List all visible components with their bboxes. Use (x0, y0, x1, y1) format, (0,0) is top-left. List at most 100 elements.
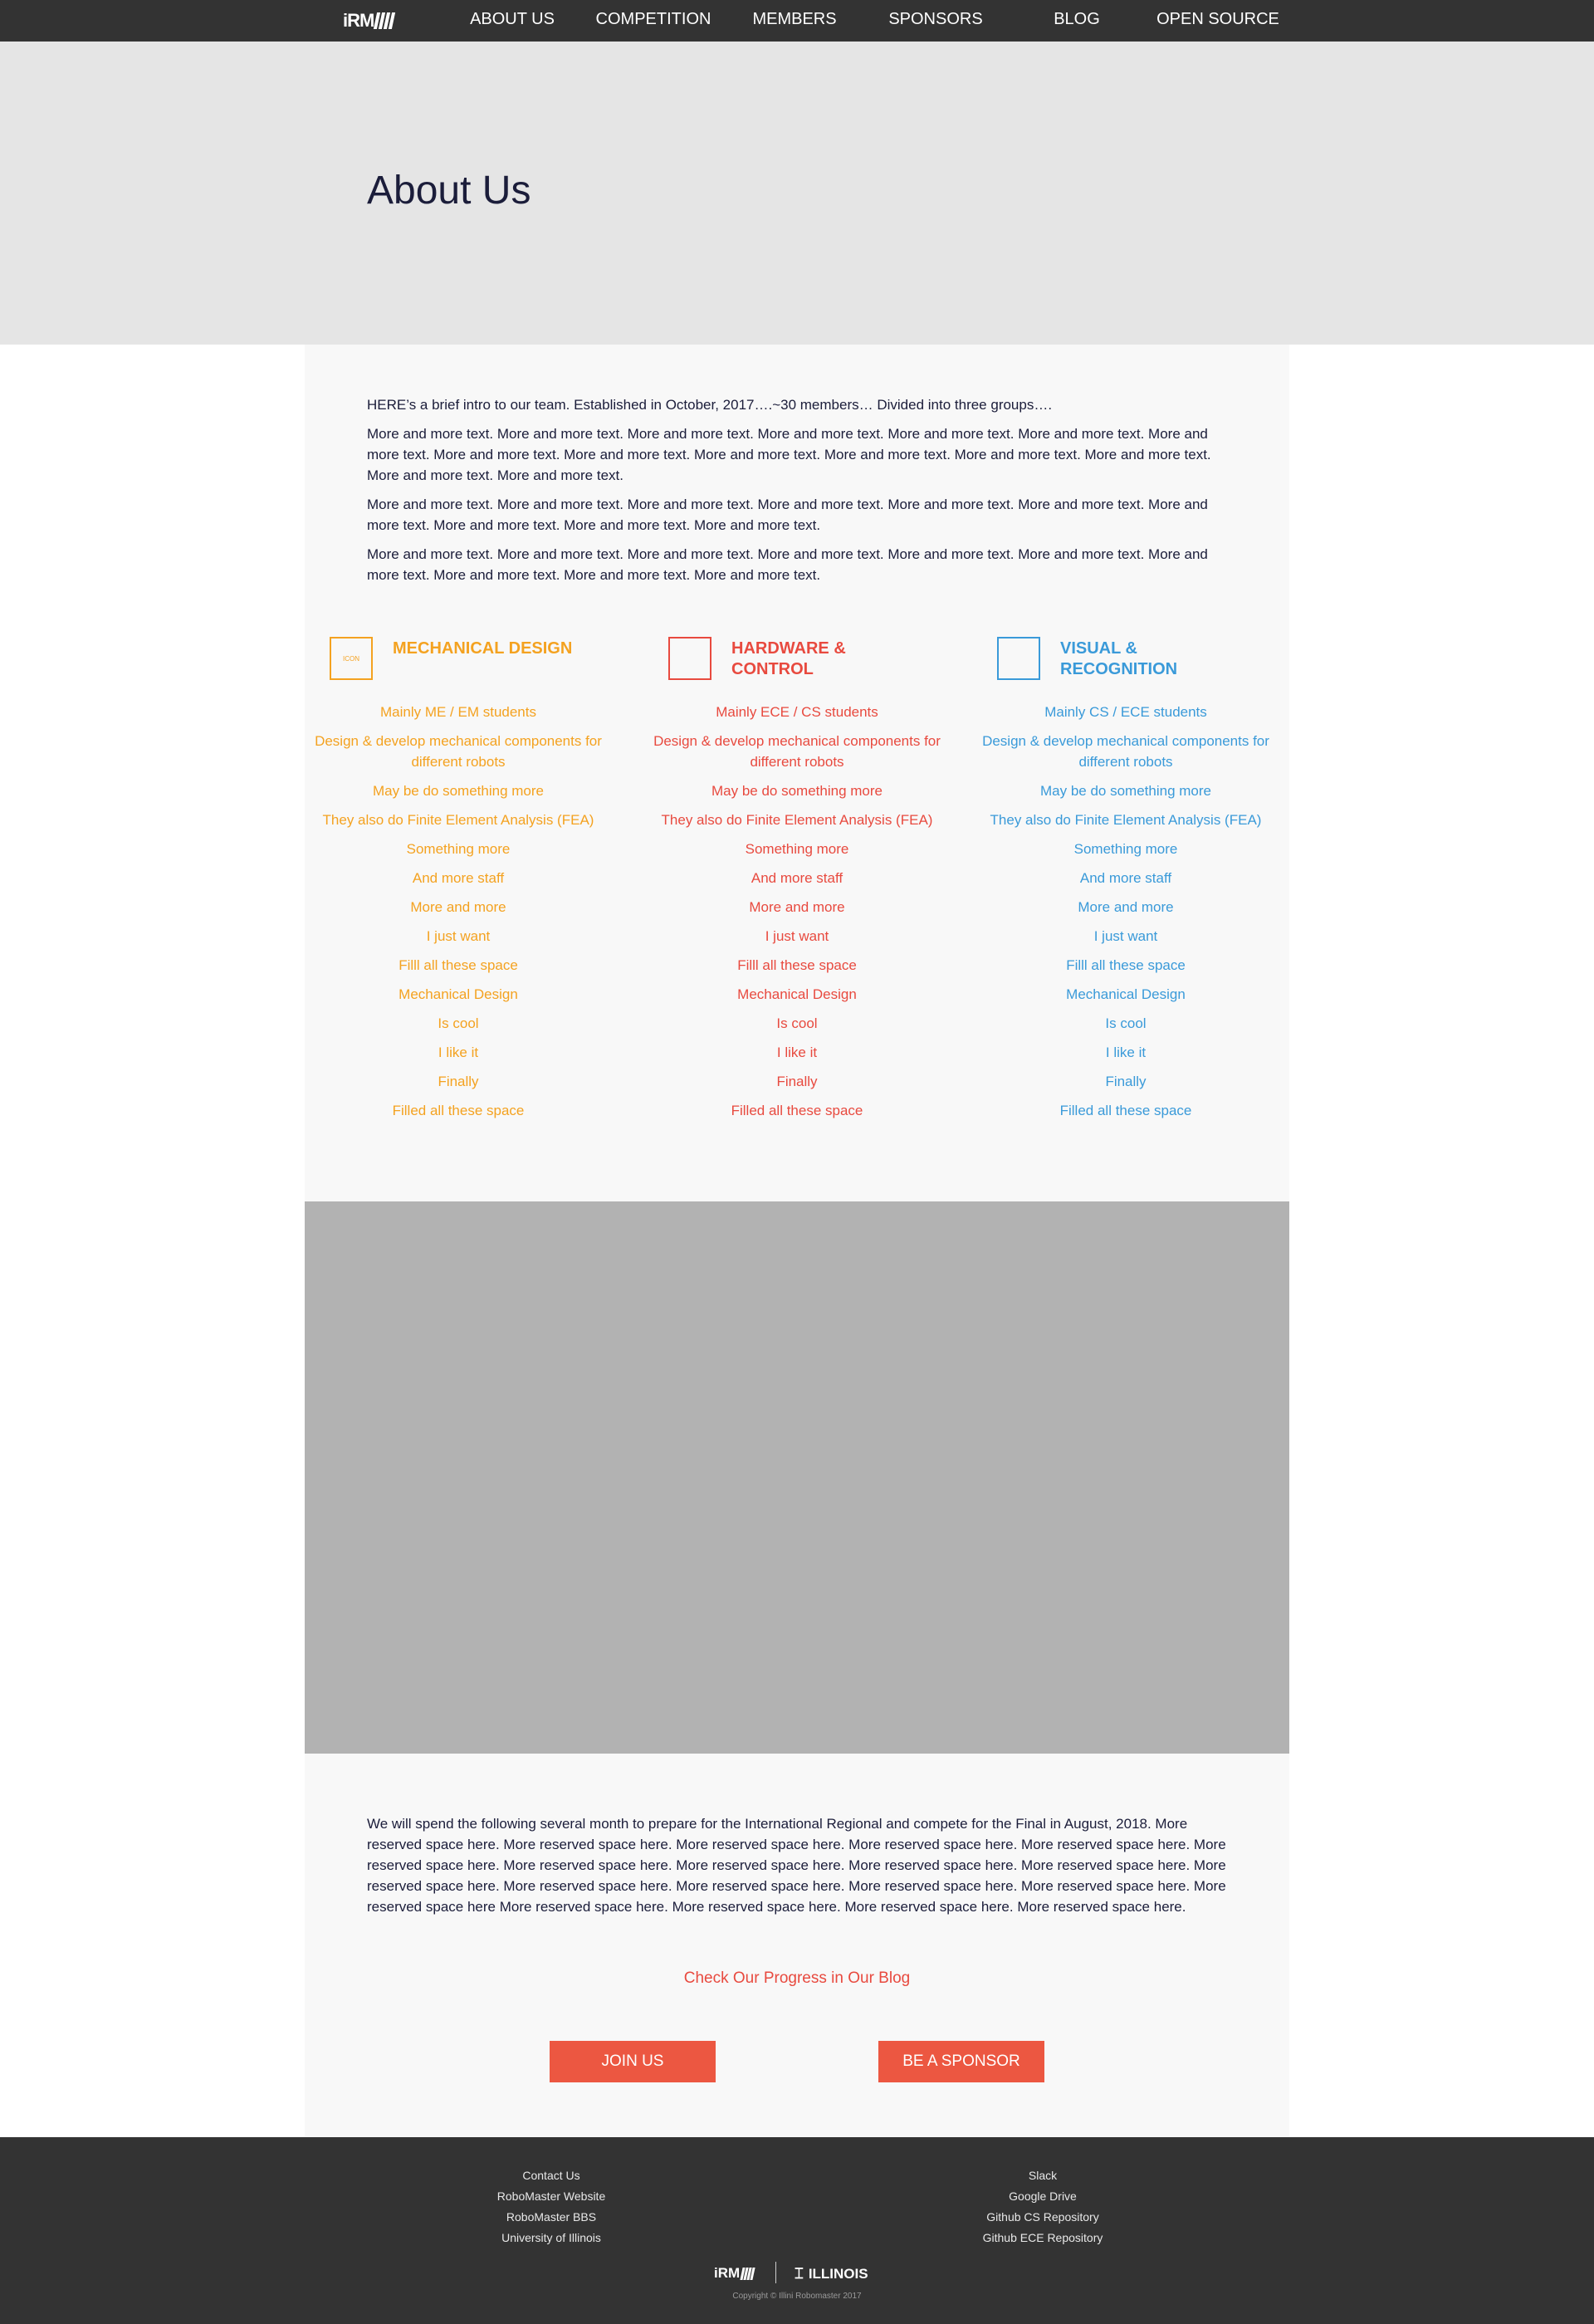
plan-text: We will spend the following several mont… (367, 1816, 1226, 1915)
list-item: May be do something more (711, 783, 883, 799)
group-visual-recognition: VISUAL & RECOGNITION Mainly CS / ECE stu… (972, 635, 1279, 1129)
logo-text: iRM (343, 10, 374, 31)
footer-logo-text: iRM (714, 2265, 741, 2281)
list-item: Something more (745, 841, 849, 857)
group-title: MECHANICAL DESIGN (393, 639, 573, 658)
group-hardware-control: HARDWARE & CONTROL Mainly ECE / CS stude… (643, 635, 951, 1129)
blog-progress-link[interactable]: Check Our Progress in Our Blog (305, 1969, 1289, 1988)
intro-paragraph: More and more text. More and more text. … (367, 426, 1211, 483)
irm-logo[interactable]: iRM (343, 10, 396, 32)
list-item: Is cool (776, 1015, 818, 1031)
footer-link-github-cs[interactable]: Github CS Repository (918, 2207, 1167, 2228)
group-header: VISUAL & RECOGNITION (972, 635, 1279, 685)
hero-banner: About Us (0, 42, 1594, 345)
visual-icon (997, 637, 1040, 680)
list-item: Something more (1073, 841, 1178, 857)
footer-irm-logo[interactable]: iRM (714, 2265, 755, 2282)
footer-logos: iRM ⌶ ILLINOIS (0, 2262, 1594, 2287)
list-item: Finally (1105, 1074, 1147, 1089)
be-a-sponsor-button[interactable]: BE A SPONSOR (878, 2041, 1044, 2082)
list-item: Filll all these space (1066, 957, 1186, 973)
nav-sponsors[interactable]: SPONSORS (888, 0, 982, 42)
list-item: Mainly CS / ECE students (1044, 704, 1207, 720)
mechanical-icon: ICON (330, 637, 373, 680)
list-item: May be do something more (1040, 783, 1211, 799)
group-header: ICON MECHANICAL DESIGN (305, 635, 612, 685)
footer-links-right: Slack Google Drive Github CS Repository … (918, 2165, 1167, 2248)
hardware-icon (668, 637, 711, 680)
group-mechanical-design: ICON MECHANICAL DESIGN Mainly ME / EM st… (305, 635, 612, 1129)
list-item: I just want (426, 928, 491, 944)
list-item: I like it (1105, 1045, 1147, 1060)
list-item: Finally (438, 1074, 479, 1089)
group-header: HARDWARE & CONTROL (643, 635, 951, 685)
footer-link-university[interactable]: University of Illinois (427, 2228, 676, 2248)
nav-blog[interactable]: BLOG (1054, 0, 1100, 42)
nav-members[interactable]: MEMBERS (752, 0, 836, 42)
footer-link-google-drive[interactable]: Google Drive (918, 2186, 1167, 2207)
list-item: Design & develop mechanical components f… (982, 733, 1269, 770)
list-item: Design & develop mechanical components f… (653, 733, 941, 770)
list-item: Mechanical Design (398, 986, 518, 1002)
intro-section: HERE’s a brief intro to our team. Establ… (305, 345, 1289, 1201)
list-item: They also do Finite Element Analysis (FE… (990, 812, 1262, 828)
list-item: Mainly ME / EM students (379, 704, 536, 720)
list-item: I just want (765, 928, 829, 944)
icon-label: ICON (343, 654, 359, 663)
list-item: Filled all these space (731, 1103, 863, 1118)
list-item: Is cool (1105, 1015, 1147, 1031)
group-list: Mainly ME / EM students Design & develop… (305, 702, 612, 1121)
plan-section: We will spend the following several mont… (305, 1754, 1289, 2137)
join-us-button[interactable]: JOIN US (550, 2041, 716, 2082)
intro-lead: HERE’s a brief intro to our team. Establ… (367, 397, 1053, 413)
list-item: Design & develop mechanical components f… (315, 733, 602, 770)
list-item: Finally (776, 1074, 818, 1089)
nav-open-source[interactable]: OPEN SOURCE (1156, 0, 1279, 42)
footer-link-contact-us[interactable]: Contact Us (427, 2165, 676, 2186)
list-item: I like it (776, 1045, 818, 1060)
list-item: They also do Finite Element Analysis (FE… (661, 812, 933, 828)
footer-link-robomaster-website[interactable]: RoboMaster Website (427, 2186, 676, 2207)
logo-bars-icon (374, 12, 396, 29)
list-item: I just want (1093, 928, 1158, 944)
group-title: VISUAL & RECOGNITION (1060, 639, 1178, 678)
footer-link-robomaster-bbs[interactable]: RoboMaster BBS (427, 2207, 676, 2228)
copyright: Copyright © Illini Robomaster 2017 (732, 2292, 862, 2301)
list-item: Filll all these space (737, 957, 857, 973)
group-list: Mainly ECE / CS students Design & develo… (643, 702, 951, 1121)
nav-competition[interactable]: COMPETITION (596, 0, 711, 42)
logo-divider (775, 2262, 776, 2283)
list-item: Filled all these space (1059, 1103, 1192, 1118)
list-item: Filll all these space (398, 957, 518, 973)
group-list: Mainly CS / ECE students Design & develo… (972, 702, 1279, 1121)
footer-links-left: Contact Us RoboMaster Website RoboMaster… (427, 2165, 676, 2248)
page-title: About Us (367, 169, 531, 213)
list-item: Something more (406, 841, 511, 857)
list-item: Is cool (438, 1015, 479, 1031)
list-item: Mechanical Design (737, 986, 857, 1002)
list-item: More and more (410, 899, 506, 915)
intro-paragraph: More and more text. More and more text. … (367, 546, 1208, 583)
footer: Contact Us RoboMaster Website RoboMaster… (0, 2137, 1594, 2324)
footer-link-github-ece[interactable]: Github ECE Repository (918, 2228, 1167, 2248)
footer-link-slack[interactable]: Slack (918, 2165, 1167, 2186)
list-item: More and more (749, 899, 845, 915)
list-item: Filled all these space (392, 1103, 525, 1118)
illinois-block-i-icon: ⌶ (795, 2265, 804, 2282)
nav-about-us[interactable]: ABOUT US (470, 0, 555, 42)
list-item: I like it (438, 1045, 479, 1060)
list-item: And more staff (412, 870, 505, 886)
list-item: Mainly ECE / CS students (716, 704, 878, 720)
list-item: And more staff (1079, 870, 1172, 886)
intro-paragraph: More and more text. More and more text. … (367, 497, 1208, 533)
image-placeholder (305, 1201, 1289, 1754)
footer-illinois-logo[interactable]: ⌶ ILLINOIS (795, 2265, 868, 2282)
list-item: May be do something more (373, 783, 544, 799)
list-item: Mechanical Design (1066, 986, 1186, 1002)
list-item: More and more (1078, 899, 1174, 915)
list-item: They also do Finite Element Analysis (FE… (322, 812, 594, 828)
logo-bars-icon (740, 2267, 755, 2280)
illinois-logo-text: ILLINOIS (808, 2265, 868, 2282)
top-navbar: iRM ABOUT US COMPETITION MEMBERS SPONSOR… (0, 0, 1594, 42)
list-item: And more staff (751, 870, 843, 886)
